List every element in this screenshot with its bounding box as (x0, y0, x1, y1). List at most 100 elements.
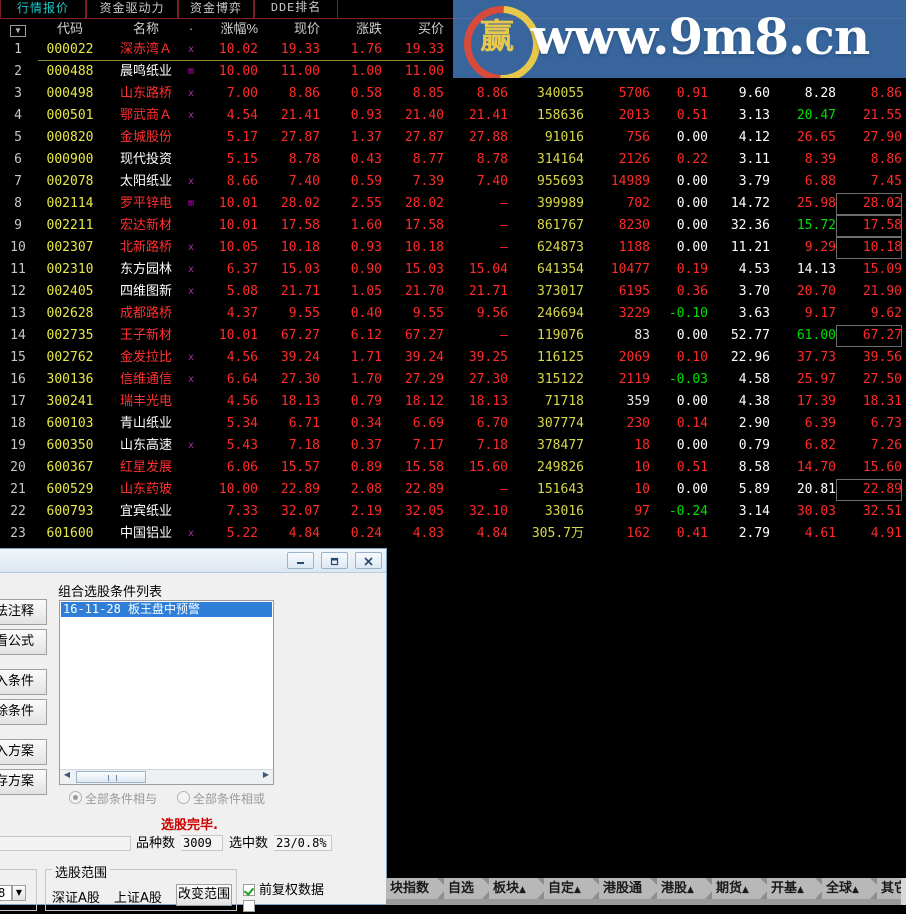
stock-name[interactable]: 东方园林 (108, 259, 184, 281)
stock-name[interactable]: 山东路桥 (108, 83, 184, 105)
row-index[interactable]: 7 (0, 171, 36, 193)
bottom-tab-1[interactable]: 自选 (444, 878, 492, 899)
table-row[interactable]: 4 000501 鄂武商Ａ x 4.54 21.41 0.93 21.40 21.41 15863… (0, 105, 906, 127)
bottom-tab-6[interactable]: 期货▲ (712, 878, 770, 899)
row-index[interactable]: 10 (0, 237, 36, 259)
condition-list-hscrollbar[interactable]: ◀ ▶ (60, 769, 273, 784)
header-name[interactable]: 名称 (108, 19, 184, 39)
table-row[interactable]: 13 002628 成都路桥 4.37 9.55 0.40 9.55 9.56 246694 32… (0, 303, 906, 325)
bottom-tab-7[interactable]: 开基▲ (767, 878, 825, 899)
table-row[interactable]: 19 600350 山东高速 x 5.43 7.18 0.37 7.17 7.18 378477 1… (0, 435, 906, 457)
table-row[interactable]: 7 002078 太阳纸业 x 8.66 7.40 0.59 7.39 7.40 955693 14… (0, 171, 906, 193)
header-select-all[interactable]: ▼ (0, 19, 36, 39)
row-index[interactable]: 23 (0, 523, 36, 545)
row-index[interactable]: 3 (0, 83, 36, 105)
table-row[interactable]: 20 600367 红星发展 6.06 15.57 0.89 15.58 15.60 24982… (0, 457, 906, 479)
stock-code[interactable]: 002405 (38, 281, 102, 303)
row-index[interactable]: 12 (0, 281, 36, 303)
stock-code[interactable]: 002735 (38, 325, 102, 347)
row-index[interactable]: 22 (0, 501, 36, 523)
stock-code[interactable]: 002307 (38, 237, 102, 259)
scrollbar-thumb[interactable] (76, 771, 146, 783)
table-row[interactable]: 3 000498 山东路桥 x 7.00 8.86 0.58 8.85 8.86 340055 57… (0, 83, 906, 105)
stock-name[interactable]: 金城股份 (108, 127, 184, 149)
stock-code[interactable]: 000820 (38, 127, 102, 149)
stock-name[interactable]: 信维通信 (108, 369, 184, 391)
table-row[interactable]: 17 300241 瑞丰光电 4.56 18.13 0.79 18.12 18.13 71718… (0, 391, 906, 413)
stock-code[interactable]: 002762 (38, 347, 102, 369)
stock-name[interactable]: 罗平锌电 (108, 193, 184, 215)
stock-name[interactable]: 四维图新 (108, 281, 184, 303)
date-stepper[interactable]: ▼ (12, 885, 26, 901)
stock-code[interactable]: 002211 (38, 215, 102, 237)
usage-notes-button[interactable]: 用法注释 (0, 599, 47, 625)
row-index[interactable]: 16 (0, 369, 36, 391)
row-index[interactable]: 8 (0, 193, 36, 215)
table-row[interactable]: 11 002310 东方园林 x 6.37 15.03 0.90 15.03 15.04 6413… (0, 259, 906, 281)
stock-code[interactable]: 000022 (38, 39, 102, 61)
row-index[interactable]: 20 (0, 457, 36, 479)
stock-code[interactable]: 600793 (38, 501, 102, 523)
minimize-icon[interactable] (287, 552, 315, 569)
remove-condition-button[interactable]: 删除条件 (0, 699, 47, 725)
stock-name[interactable]: 深赤湾Ａ (108, 39, 184, 61)
stock-code[interactable]: 600529 (38, 479, 102, 501)
table-row[interactable]: 6 000900 现代投资 5.15 8.78 0.43 8.77 8.78 314164 212… (0, 149, 906, 171)
row-index[interactable]: 4 (0, 105, 36, 127)
table-row[interactable]: 5 000820 金城股份 5.17 27.87 1.37 27.87 27.88 91016 7… (0, 127, 906, 149)
header-bid[interactable]: 买价 (382, 19, 444, 39)
stock-code[interactable]: 000498 (38, 83, 102, 105)
stock-code[interactable]: 300136 (38, 369, 102, 391)
radio-all-and[interactable]: 全部条件相与 (69, 790, 157, 807)
stock-code[interactable]: 600103 (38, 413, 102, 435)
dialog-title-bar[interactable] (0, 549, 386, 573)
stock-name[interactable]: 瑞丰光电 (108, 391, 184, 413)
save-scheme-button[interactable]: 保存方案 (0, 769, 47, 795)
row-index[interactable]: 2 (0, 61, 36, 83)
stock-code[interactable]: 002310 (38, 259, 102, 281)
stock-name[interactable]: 现代投资 (108, 149, 184, 171)
bottom-tab-4[interactable]: 港股通 (599, 878, 660, 899)
stock-code[interactable]: 600350 (38, 435, 102, 457)
table-row[interactable]: 12 002405 四维图新 x 5.08 21.71 1.05 21.70 21.71 3730… (0, 281, 906, 303)
stock-name[interactable]: 王子新材 (108, 325, 184, 347)
stock-code[interactable]: 600367 (38, 457, 102, 479)
row-index[interactable]: 14 (0, 325, 36, 347)
row-index[interactable]: 6 (0, 149, 36, 171)
table-row[interactable]: 8 002114 罗平锌电 m 10.01 28.02 2.55 28.02—399989 70… (0, 193, 906, 215)
stock-code[interactable]: 002114 (38, 193, 102, 215)
stock-code[interactable]: 601600 (38, 523, 102, 545)
table-row[interactable]: 22 600793 宜宾纸业 7.33 32.07 2.19 32.05 32.10 33016… (0, 501, 906, 523)
bottom-tab-0[interactable]: 块指数 (386, 878, 447, 899)
row-index[interactable]: 17 (0, 391, 36, 413)
stock-name[interactable]: 红星发展 (108, 457, 184, 479)
selected-condition-list[interactable]: 16-11-28 板王盘中预警 ◀ ▶ (59, 600, 274, 785)
stock-name[interactable]: 晨鸣纸业 (108, 61, 184, 83)
bottom-tab-5[interactable]: 港股▲ (657, 878, 715, 899)
table-row[interactable]: 15 002762 金发拉比 x 4.56 39.24 1.71 39.24 39.25 1161… (0, 347, 906, 369)
header-price[interactable]: 现价 (258, 19, 320, 39)
row-index[interactable]: 11 (0, 259, 36, 281)
row-index[interactable]: 15 (0, 347, 36, 369)
row-index[interactable]: 13 (0, 303, 36, 325)
tab-dde-rank[interactable]: DDE排名 (254, 0, 338, 19)
stock-code[interactable]: 002078 (38, 171, 102, 193)
row-index[interactable]: 5 (0, 127, 36, 149)
stock-name[interactable]: 成都路桥 (108, 303, 184, 325)
table-row[interactable]: 9 002211 宏达新材 10.01 17.58 1.60 17.58 — 861767 823… (0, 215, 906, 237)
adjusted-data-checkbox[interactable]: 前复权数据 (243, 879, 324, 898)
tab-capital-game[interactable]: 资金博弈 (178, 0, 254, 19)
tab-quotes[interactable]: 行情报价 (0, 0, 86, 19)
stock-code[interactable]: 002628 (38, 303, 102, 325)
add-condition-button[interactable]: 加入条件 (0, 669, 47, 695)
stock-code[interactable]: 300241 (38, 391, 102, 413)
stock-name[interactable]: 宏达新材 (108, 215, 184, 237)
scroll-left-arrow[interactable]: ◀ (60, 770, 74, 783)
stock-name[interactable]: 青山纸业 (108, 413, 184, 435)
row-index[interactable]: 1 (0, 39, 36, 61)
import-scheme-button[interactable]: 引入方案 (0, 739, 47, 765)
bottom-tab-2[interactable]: 板块▲ (489, 878, 547, 899)
row-index[interactable]: 9 (0, 215, 36, 237)
header-change-pct[interactable]: 涨幅% (196, 19, 258, 39)
table-row[interactable]: 18 600103 青山纸业 5.34 6.71 0.34 6.69 6.70 307774 23… (0, 413, 906, 435)
